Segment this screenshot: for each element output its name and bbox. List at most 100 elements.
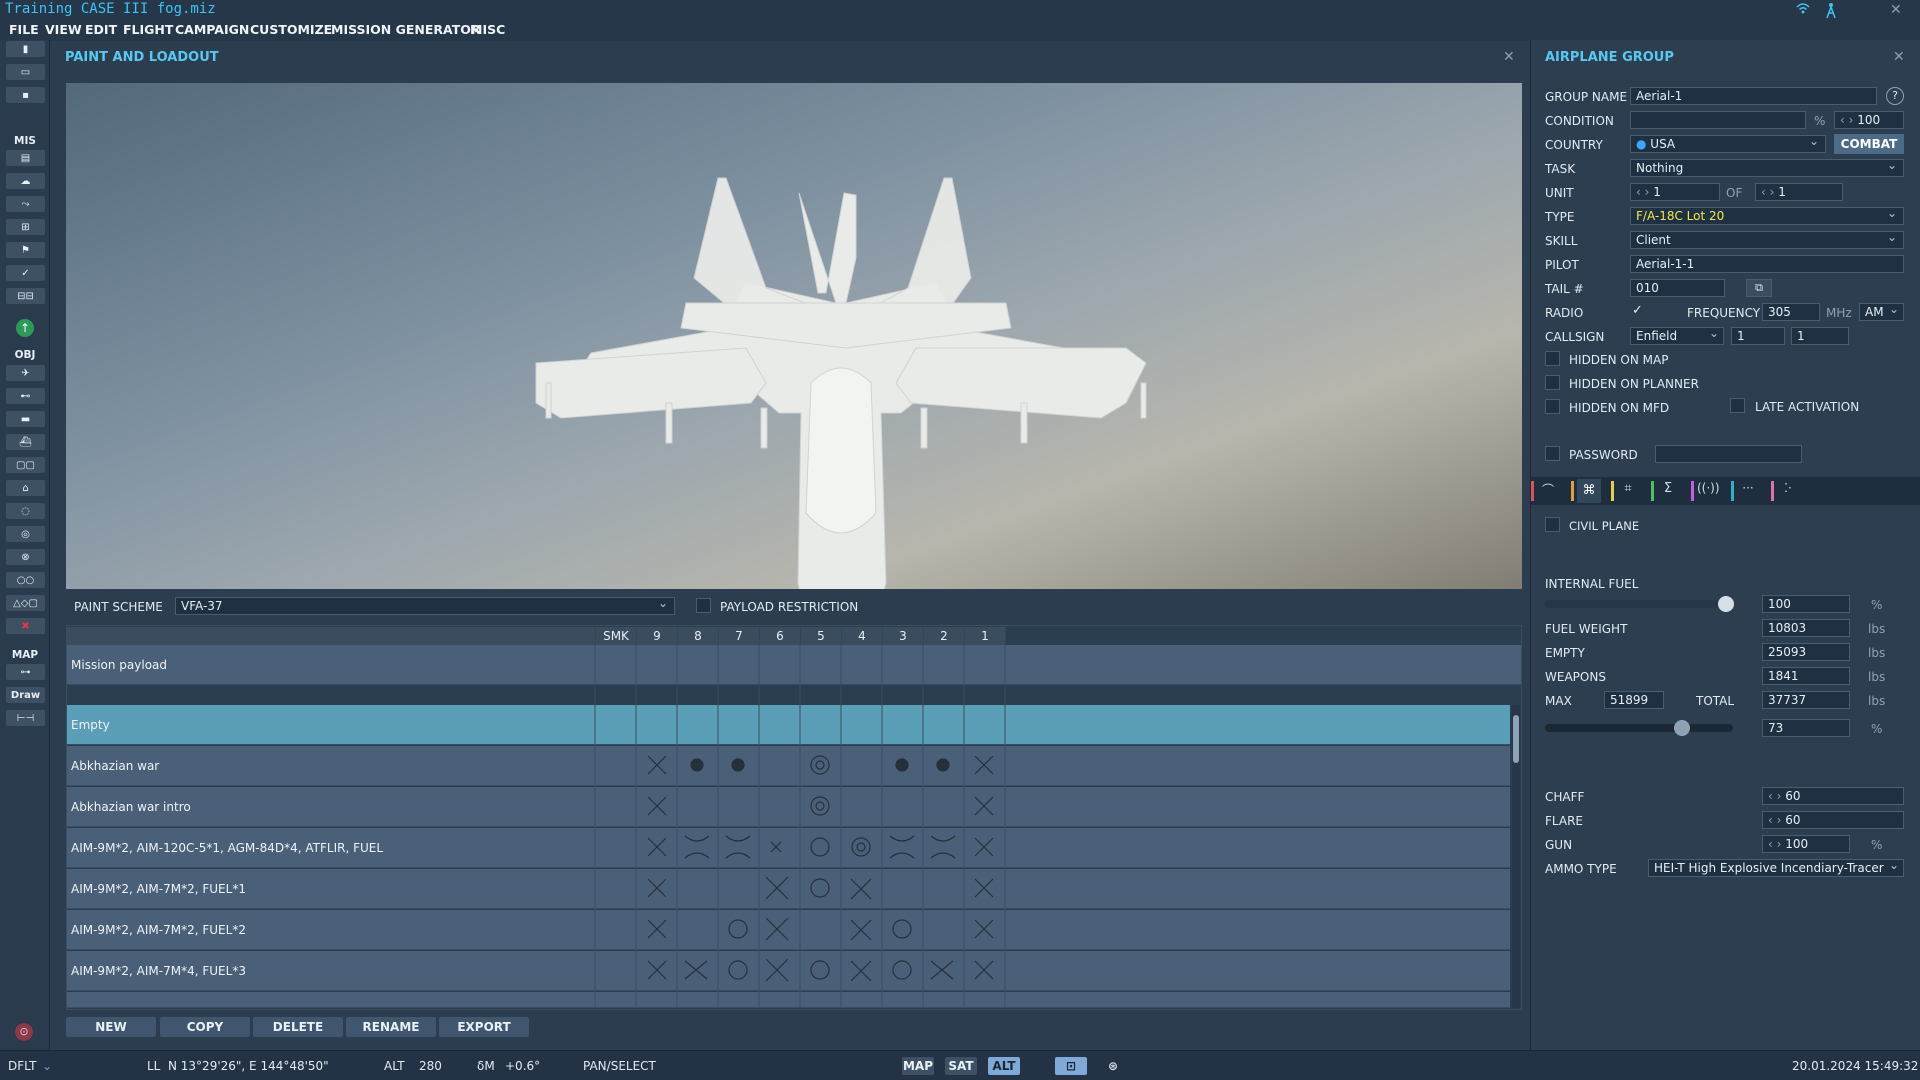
summary-tab-icon[interactable]: Σ: [1657, 481, 1679, 501]
group-name-input[interactable]: Aerial-1: [1630, 87, 1877, 105]
alt-mode-button[interactable]: ALT: [988, 1057, 1020, 1075]
loadout-row-empty[interactable]: Empty: [67, 705, 1510, 745]
zone-icon[interactable]: ◎: [6, 526, 45, 542]
resources-icon[interactable]: ⊟⊟: [6, 288, 45, 304]
paint-scheme-select[interactable]: VFA-37 ⌄: [175, 596, 675, 615]
loadout-row[interactable]: Abkhazian war intro: [67, 787, 1510, 827]
weather-icon[interactable]: ☁: [6, 173, 45, 189]
column-4[interactable]: 4: [842, 627, 882, 645]
export-button[interactable]: EXPORT: [439, 1017, 529, 1037]
flag-icon[interactable]: ⚑: [6, 242, 45, 258]
total-weight-slider[interactable]: [1545, 720, 1733, 736]
pilot-input[interactable]: Aerial-1-1: [1630, 255, 1904, 273]
gun-stepper[interactable]: ‹ › 100: [1762, 835, 1850, 853]
mission-payload-row[interactable]: Mission payload: [67, 645, 1521, 685]
of-stepper[interactable]: ‹ › 1: [1755, 183, 1843, 201]
ship-icon[interactable]: ⛴: [6, 434, 45, 450]
delete-icon[interactable]: ✖: [6, 618, 45, 634]
column-9[interactable]: 9: [637, 627, 677, 645]
hidden-on-mfd-checkbox[interactable]: [1545, 399, 1560, 414]
loadout-row[interactable]: Abkhazian war: [67, 746, 1510, 786]
airplane-icon[interactable]: ✈: [6, 365, 45, 381]
column-6[interactable]: 6: [760, 627, 800, 645]
menu-misc[interactable]: MISC: [470, 22, 505, 37]
checkmark-icon[interactable]: ✓: [6, 265, 45, 281]
route-tab-icon[interactable]: ⌒: [1537, 481, 1559, 501]
static-object-icon[interactable]: ▢▢: [6, 457, 45, 473]
condition-stepper[interactable]: ‹ › 100: [1834, 111, 1904, 129]
save-icon[interactable]: ▪: [6, 87, 45, 103]
column-smk[interactable]: SMK: [596, 627, 636, 645]
skill-select[interactable]: Client ⌄: [1630, 231, 1904, 249]
frequency-input[interactable]: 305: [1762, 303, 1820, 321]
flare-stepper[interactable]: ‹ › 60: [1762, 811, 1904, 829]
payload-tab-icon[interactable]: ⌘: [1577, 479, 1601, 503]
menu-campaign[interactable]: CAMPAIGN: [175, 22, 249, 37]
open-folder-icon[interactable]: ▭: [6, 64, 45, 80]
target-icon[interactable]: ⊗: [6, 549, 45, 565]
late-activation-checkbox[interactable]: [1730, 398, 1745, 413]
password-checkbox[interactable]: [1545, 446, 1560, 461]
callsign-number-1[interactable]: 1: [1731, 327, 1785, 345]
map-mode-button[interactable]: MAP: [902, 1057, 934, 1075]
condition-input[interactable]: [1630, 111, 1806, 129]
internal-fuel-input[interactable]: 100: [1762, 595, 1850, 613]
new-button[interactable]: NEW: [66, 1017, 156, 1037]
menu-mission-generator[interactable]: MISSION GENERATOR: [331, 22, 481, 37]
ammo-type-select[interactable]: HEI-T High Explosive Incendiary-Tracer ⌄: [1648, 859, 1904, 877]
rename-button[interactable]: RENAME: [346, 1017, 436, 1037]
chaff-stepper[interactable]: ‹ › 60: [1762, 787, 1904, 805]
trigger-zone-icon[interactable]: ⊞: [6, 219, 45, 235]
copy-button[interactable]: COPY: [160, 1017, 250, 1037]
template-icon[interactable]: ⌂: [6, 480, 45, 496]
sat-mode-button[interactable]: SAT: [945, 1057, 977, 1075]
close-paint-panel-icon[interactable]: ✕: [1503, 49, 1515, 65]
callsign-number-2[interactable]: 1: [1791, 327, 1849, 345]
column-5[interactable]: 5: [801, 627, 841, 645]
route-icon[interactable]: ⤳: [6, 196, 45, 212]
radio-checkbox[interactable]: ✓: [1632, 303, 1647, 318]
shapes-icon[interactable]: △◇▢: [6, 595, 45, 611]
draw-button[interactable]: Draw: [6, 687, 45, 703]
more-tab-icon[interactable]: ···: [1737, 481, 1759, 501]
task-select[interactable]: Nothing ⌄: [1630, 159, 1904, 177]
points-tab-icon[interactable]: ⁚·: [1777, 481, 1799, 501]
scrollbar-thumb[interactable]: [1513, 715, 1519, 763]
group-icon[interactable]: ○○: [6, 572, 45, 588]
ground-unit-icon[interactable]: ▬: [6, 411, 45, 427]
callsign-select[interactable]: Enfield ⌄: [1630, 327, 1724, 345]
internal-fuel-slider[interactable]: [1545, 596, 1735, 612]
column-7[interactable]: 7: [719, 627, 759, 645]
stop-icon[interactable]: ⊙: [15, 1023, 33, 1041]
loadout-row[interactable]: AIM-9M*2, AIM-120C-5*1, AGM-84D*4, ATFLI…: [67, 828, 1510, 868]
loadout-row[interactable]: AIM-9M*2, AIM-7M*4, FUEL*3: [67, 951, 1510, 991]
menu-customize[interactable]: CUSTOMIZE: [250, 22, 332, 37]
triggers-tab-icon[interactable]: ⌗: [1617, 481, 1639, 501]
ruler-icon[interactable]: ⊢⊣: [6, 710, 45, 726]
menu-flight[interactable]: FLIGHT: [123, 22, 173, 37]
loadout-row[interactable]: AIM-9M*2, AIM-7M*2, FUEL*1: [67, 869, 1510, 909]
close-group-panel-icon[interactable]: ✕: [1893, 49, 1905, 65]
column-1[interactable]: 1: [965, 627, 1005, 645]
radio-tab-icon[interactable]: ((·)): [1697, 481, 1720, 501]
menu-file[interactable]: FILE: [9, 22, 39, 37]
add-green-icon[interactable]: ↑: [16, 319, 34, 337]
unit-stepper[interactable]: ‹ › 1: [1630, 183, 1720, 201]
country-select[interactable]: ● USA ⌄: [1630, 135, 1826, 153]
new-file-icon[interactable]: ▮: [6, 41, 45, 57]
password-input[interactable]: [1655, 445, 1802, 463]
nav-point-icon[interactable]: ◌: [6, 503, 45, 519]
combat-button[interactable]: COMBAT: [1834, 134, 1904, 154]
loadout-scrollbar[interactable]: [1512, 705, 1520, 1008]
type-select[interactable]: F/A-18C Lot 20 ⌄: [1630, 207, 1904, 225]
clock-settings-icon[interactable]: ⊛: [1100, 1057, 1126, 1075]
copy-tail-icon[interactable]: ⧉: [1746, 279, 1772, 297]
map-tool-icon[interactable]: ⊶: [6, 664, 45, 680]
column-3[interactable]: 3: [883, 627, 923, 645]
close-window-icon[interactable]: ✕: [1890, 2, 1902, 18]
help-icon[interactable]: ?: [1886, 87, 1904, 105]
briefing-icon[interactable]: ▤: [6, 150, 45, 166]
civil-plane-checkbox[interactable]: [1545, 517, 1560, 532]
hidden-on-map-checkbox[interactable]: [1545, 351, 1560, 366]
loadout-row-partial[interactable]: [67, 992, 1510, 1008]
